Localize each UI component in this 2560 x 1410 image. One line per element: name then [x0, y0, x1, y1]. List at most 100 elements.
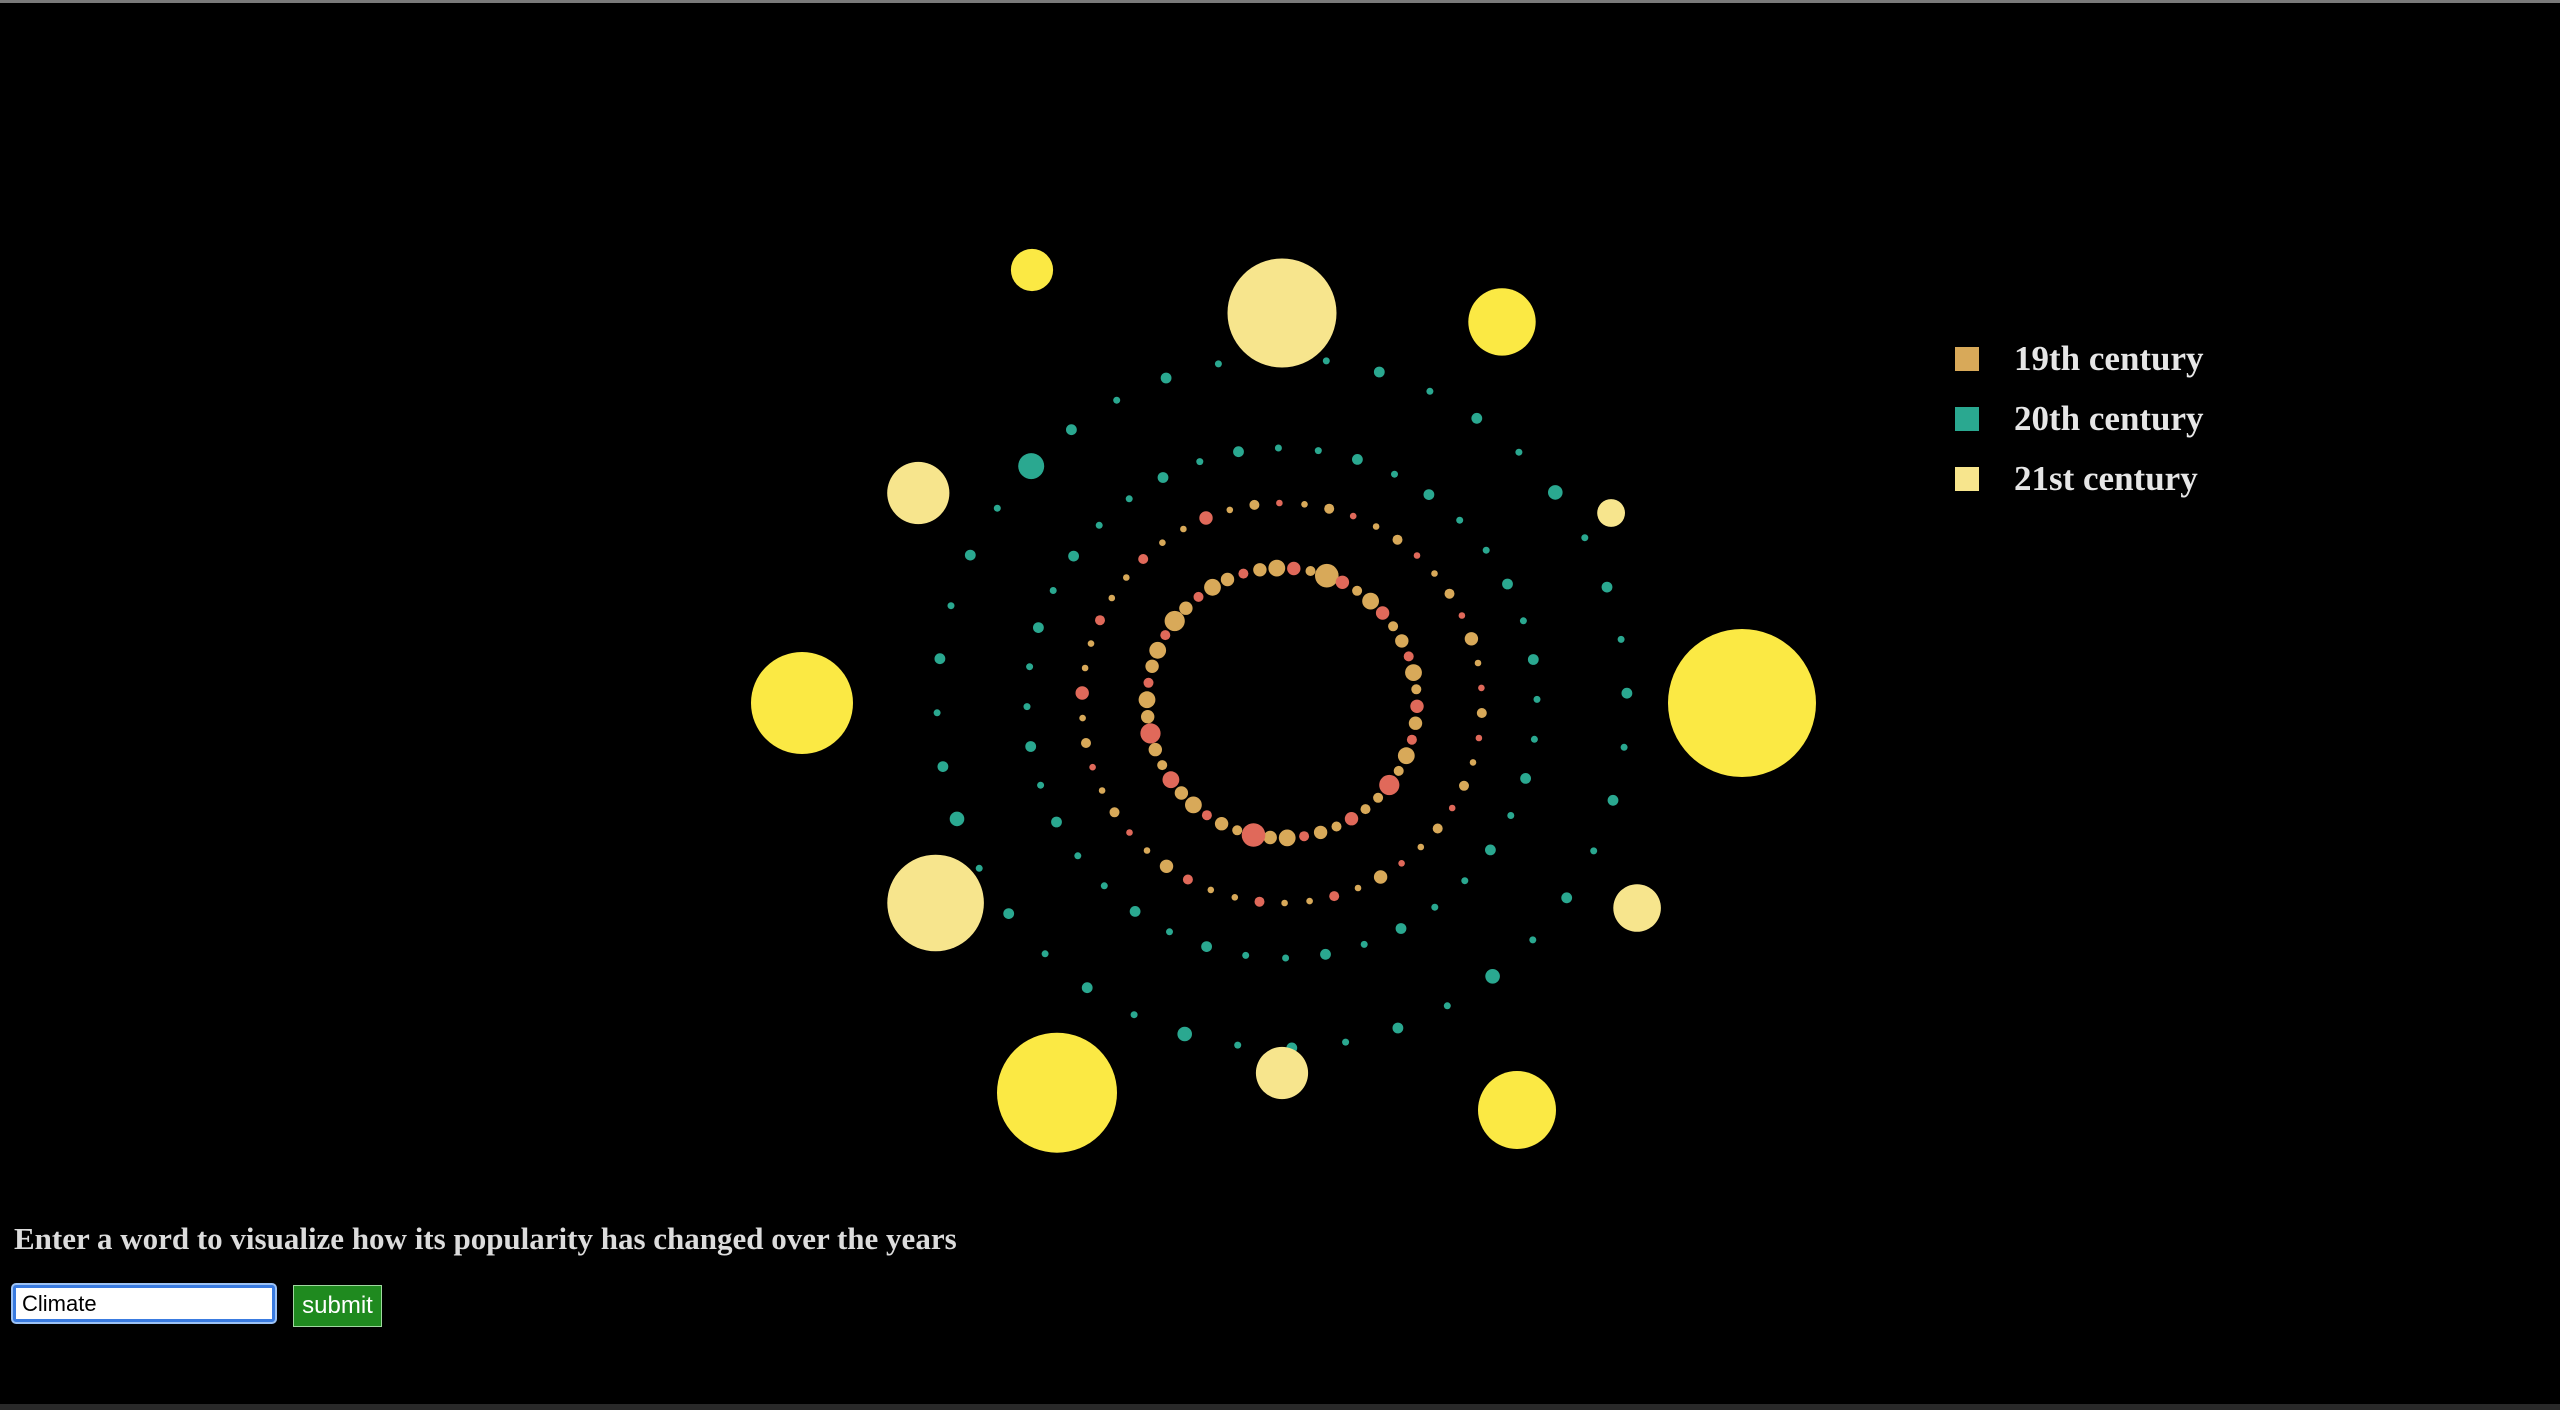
bubble-19th-century-ring2-34 — [1199, 511, 1213, 525]
bubble-19th-century-ring1-31 — [1193, 591, 1204, 602]
bubble-20th-century-ring2-35 — [1617, 635, 1625, 643]
radial-bubble-chart — [751, 248, 1816, 1153]
bubble-20th-century-ring1-26 — [1196, 458, 1204, 466]
submit-button[interactable]: submit — [293, 1285, 382, 1327]
bubble-19th-century-ring2-41 — [1372, 523, 1380, 530]
bubble-20th-century-ring2-21 — [1018, 453, 1045, 480]
bubble-20th-century-ring2-25 — [1214, 360, 1222, 368]
word-input[interactable] — [13, 1285, 275, 1322]
bubble-20th-century-ring2-30 — [1471, 412, 1483, 424]
bubble-19th-century-ring2-15 — [1207, 886, 1215, 894]
bubble-20th-century-ring2-19 — [964, 549, 976, 561]
bubble-19th-century-ring1-34 — [1238, 568, 1249, 579]
bubble-19th-century-ring2-22 — [1089, 763, 1096, 771]
bubble-21st-century-ring1-10 — [1468, 288, 1536, 356]
bubble-19th-century-ring2-14 — [1231, 894, 1239, 901]
bubble-19th-century-ring2-1 — [1475, 734, 1483, 742]
bubble-19th-century-ring1-27 — [1149, 641, 1167, 659]
bubble-20th-century-ring2-28 — [1373, 366, 1385, 378]
bubble-19th-century-ring2-16 — [1182, 874, 1193, 885]
bubble-20th-century-ring2-34 — [1601, 581, 1613, 593]
bubble-19th-century-ring2-20 — [1109, 807, 1120, 818]
bubble-21st-century-ring1-4 — [997, 1032, 1117, 1153]
bubble-20th-century-ring2-8 — [1177, 1026, 1192, 1042]
bubble-21st-century-ring1-1 — [1613, 884, 1661, 932]
bubble-20th-century-ring2-11 — [1041, 950, 1049, 958]
bubble-19th-century-ring1-9 — [1313, 825, 1328, 840]
bubble-19th-century-ring1-7 — [1344, 812, 1359, 826]
bubble-19th-century-ring2-33 — [1180, 525, 1187, 533]
bubble-20th-century-ring2-1 — [1529, 936, 1537, 944]
legend-item-21st-century: 21st century — [1955, 449, 2204, 509]
bubble-19th-century-ring1-47 — [1405, 664, 1422, 681]
bubble-19th-century-ring1-24 — [1138, 691, 1156, 709]
bubble-20th-century-ring2-20 — [993, 504, 1001, 512]
bubble-19th-century-ring2-0 — [1476, 708, 1487, 718]
bubble-19th-century-ring2-25 — [1075, 686, 1089, 700]
bubble-20th-century-ring1-16 — [1037, 781, 1045, 789]
bubble-21st-century-ring1-0 — [1668, 629, 1816, 777]
bubble-19th-century-ring2-27 — [1087, 640, 1095, 647]
bubble-19th-century-ring1-10 — [1299, 831, 1310, 842]
bubble-19th-century-ring1-20 — [1157, 760, 1168, 771]
bubble-19th-century-ring2-9 — [1354, 884, 1362, 892]
bubble-21st-century-ring1-8 — [1010, 248, 1054, 292]
bubble-19th-century-ring2-35 — [1226, 506, 1234, 514]
bubble-19th-century-ring2-46 — [1458, 612, 1466, 619]
bubble-19th-century-ring1-40 — [1335, 575, 1350, 589]
bubble-19th-century-ring1-21 — [1148, 742, 1163, 757]
bubble-19th-century-ring1-39 — [1315, 563, 1339, 588]
bubble-19th-century-ring2-12 — [1281, 899, 1288, 907]
bubble-19th-century-ring1-12 — [1263, 830, 1277, 845]
bubble-20th-century-ring2-2 — [1485, 969, 1500, 984]
bubble-20th-century-ring1-31 — [1391, 470, 1398, 478]
bubble-19th-century-ring1-30 — [1179, 601, 1193, 615]
bubble-19th-century-ring1-44 — [1388, 621, 1399, 632]
bubble-20th-century-ring2-15 — [937, 761, 949, 772]
bubble-19th-century-ring1-42 — [1362, 592, 1379, 610]
bubble-20th-century-ring1-15 — [1051, 816, 1062, 828]
legend-item-20th-century: 20th century — [1955, 389, 2204, 449]
bubble-20th-century-ring1-8 — [1282, 954, 1290, 962]
bubble-19th-century-ring2-47 — [1464, 632, 1479, 646]
bubble-19th-century-ring1-48 — [1411, 684, 1422, 695]
bubble-20th-century-ring1-2 — [1485, 844, 1496, 856]
bubble-19th-century-ring2-26 — [1081, 664, 1089, 672]
bubble-19th-century-ring2-2 — [1469, 759, 1477, 766]
legend-label-19th: 19th century — [2014, 339, 2204, 378]
bubble-21st-century-ring1-7 — [887, 461, 950, 525]
bubble-19th-century-ring2-4 — [1448, 804, 1456, 812]
bubble-19th-century-ring1-43 — [1375, 606, 1390, 620]
bubble-19th-century-ring1-13 — [1241, 823, 1266, 847]
legend-swatch-21st — [1955, 467, 1979, 491]
bubble-19th-century-ring2-19 — [1126, 829, 1133, 836]
bubble-19th-century-ring1-5 — [1373, 792, 1384, 803]
bubble-20th-century-ring1-17 — [1025, 741, 1037, 752]
bubble-19th-century-ring1-8 — [1331, 821, 1342, 832]
bubble-19th-century-ring2-3 — [1459, 780, 1469, 791]
bubble-20th-century-ring1-5 — [1395, 923, 1407, 934]
bubble-20th-century-ring1-7 — [1320, 948, 1331, 960]
bubble-19th-century-ring1-28 — [1160, 630, 1171, 641]
bubble-19th-century-ring1-35 — [1253, 563, 1267, 577]
bubble-21st-century-ring1-9 — [1227, 258, 1337, 368]
bubble-19th-century-ring2-44 — [1431, 570, 1438, 577]
bubble-19th-century-ring2-7 — [1398, 860, 1405, 867]
bubble-21st-century-ring1-6 — [751, 652, 853, 754]
bubble-19th-century-ring1-46 — [1403, 651, 1414, 662]
bubble-19th-century-ring1-0 — [1408, 716, 1423, 730]
bubble-19th-century-ring2-8 — [1373, 870, 1388, 884]
bubble-20th-century-ring1-28 — [1274, 444, 1282, 452]
bubble-20th-century-ring1-18 — [1023, 703, 1031, 711]
bubble-19th-century-ring2-11 — [1306, 897, 1313, 905]
bubble-20th-century-ring1-14 — [1074, 852, 1082, 860]
bubble-19th-century-ring1-37 — [1287, 561, 1301, 576]
bubble-20th-century-ring2-37 — [1620, 743, 1628, 751]
chart-legend: 19th century 20th century 21st century — [1955, 329, 2204, 509]
bubble-20th-century-ring2-17 — [934, 653, 946, 665]
bubble-21st-century-ring1-3 — [1255, 1046, 1309, 1100]
bubble-19th-century-ring1-49 — [1410, 699, 1424, 713]
bubble-20th-century-ring1-33 — [1456, 516, 1464, 524]
bubble-19th-century-ring2-6 — [1417, 843, 1425, 851]
bubble-20th-century-ring2-39 — [1590, 847, 1598, 855]
